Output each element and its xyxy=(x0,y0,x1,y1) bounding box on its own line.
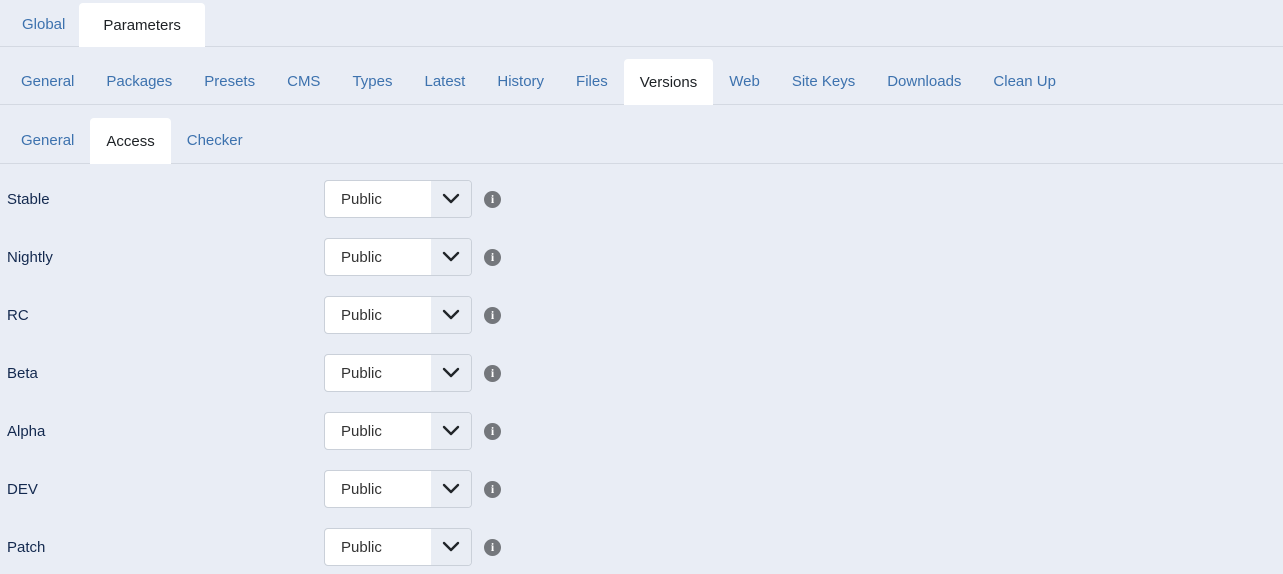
chevron-down-icon xyxy=(431,529,471,565)
tab-web[interactable]: Web xyxy=(713,58,776,104)
tab-cms[interactable]: CMS xyxy=(271,58,336,104)
field-label-beta: Beta xyxy=(7,364,38,382)
tab-general[interactable]: General xyxy=(5,58,90,104)
select-nightly-access[interactable]: Public xyxy=(324,238,472,276)
tab-global[interactable]: Global xyxy=(8,2,79,46)
tab-presets[interactable]: Presets xyxy=(188,58,271,104)
form-row-alpha: Alpha Public i xyxy=(7,402,1283,460)
chevron-down-icon xyxy=(431,297,471,333)
select-value: Public xyxy=(341,364,382,382)
info-icon[interactable]: i xyxy=(484,480,501,498)
tab-packages[interactable]: Packages xyxy=(90,58,188,104)
select-value: Public xyxy=(341,480,382,498)
field-label-patch: Patch xyxy=(7,538,46,556)
select-value: Public xyxy=(341,422,382,440)
select-value: Public xyxy=(341,248,382,266)
tabbar-parameters-sections: General Packages Presets CMS Types Lates… xyxy=(0,47,1283,105)
select-rc-access[interactable]: Public xyxy=(324,296,472,334)
form-row-nightly: Nightly Public i xyxy=(7,228,1283,286)
tabbar-top-level: Global Parameters xyxy=(0,0,1283,47)
tab-clean-up[interactable]: Clean Up xyxy=(977,58,1072,104)
form-row-patch: Patch Public i xyxy=(7,518,1283,574)
form-row-beta: Beta Public i xyxy=(7,344,1283,402)
tab-versions-checker[interactable]: Checker xyxy=(171,117,259,163)
info-icon[interactable]: i xyxy=(484,248,501,266)
field-label-alpha: Alpha xyxy=(7,422,46,440)
tab-downloads[interactable]: Downloads xyxy=(871,58,977,104)
field-label-nightly: Nightly xyxy=(7,248,53,266)
field-label-stable: Stable xyxy=(7,190,50,208)
select-value: Public xyxy=(341,306,382,324)
form-row-stable: Stable Public i xyxy=(7,170,1283,228)
chevron-down-icon xyxy=(431,355,471,391)
info-icon[interactable]: i xyxy=(484,422,501,440)
info-icon[interactable]: i xyxy=(484,364,501,382)
tab-versions-access[interactable]: Access xyxy=(90,118,171,164)
tab-parameters[interactable]: Parameters xyxy=(79,3,205,47)
tabbar-versions-subsections: General Access Checker xyxy=(0,105,1283,164)
chevron-down-icon xyxy=(431,181,471,217)
chevron-down-icon xyxy=(431,239,471,275)
select-beta-access[interactable]: Public xyxy=(324,354,472,392)
tab-versions-general[interactable]: General xyxy=(5,117,90,163)
field-label-dev: DEV xyxy=(7,480,38,498)
tab-files[interactable]: Files xyxy=(560,58,624,104)
form-row-dev: DEV Public i xyxy=(7,460,1283,518)
chevron-down-icon xyxy=(431,413,471,449)
info-icon[interactable]: i xyxy=(484,538,501,556)
select-dev-access[interactable]: Public xyxy=(324,470,472,508)
info-icon[interactable]: i xyxy=(484,306,501,324)
tab-versions[interactable]: Versions xyxy=(623,59,714,105)
tab-latest[interactable]: Latest xyxy=(408,58,481,104)
select-patch-access[interactable]: Public xyxy=(324,528,472,566)
access-settings-panel: Stable Public i Nightly Public i RC Publ… xyxy=(0,164,1283,574)
select-alpha-access[interactable]: Public xyxy=(324,412,472,450)
tab-history[interactable]: History xyxy=(481,58,560,104)
tab-site-keys[interactable]: Site Keys xyxy=(776,58,871,104)
select-value: Public xyxy=(341,190,382,208)
form-row-rc: RC Public i xyxy=(7,286,1283,344)
tab-types[interactable]: Types xyxy=(336,58,408,104)
select-value: Public xyxy=(341,538,382,556)
select-stable-access[interactable]: Public xyxy=(324,180,472,218)
field-label-rc: RC xyxy=(7,306,29,324)
info-icon[interactable]: i xyxy=(484,190,501,208)
chevron-down-icon xyxy=(431,471,471,507)
